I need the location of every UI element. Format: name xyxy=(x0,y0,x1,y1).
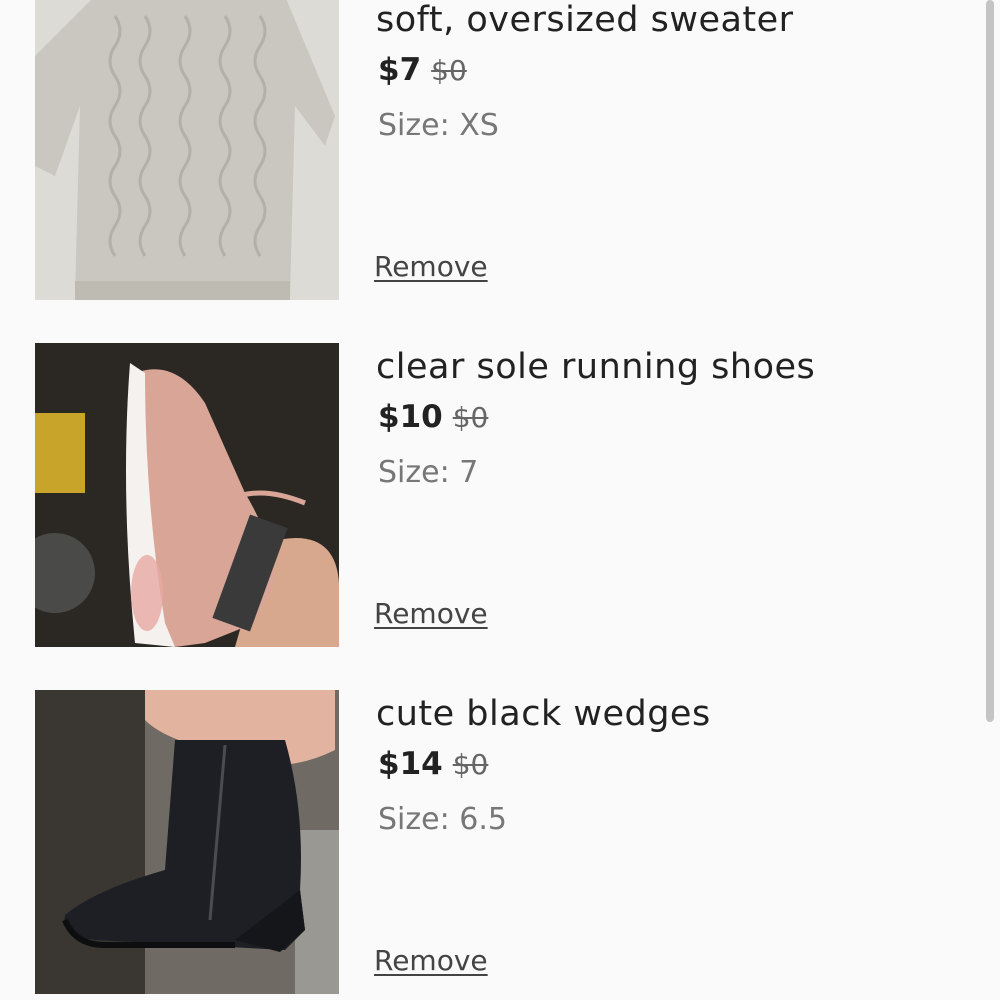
remove-button[interactable]: Remove xyxy=(374,944,488,977)
cart-item-list: soft, oversized sweater $7 $0 Size: XS Re… xyxy=(0,0,1000,1000)
remove-button[interactable]: Remove xyxy=(374,250,488,283)
item-original-price: $0 xyxy=(431,54,467,87)
item-size: Size: 7 xyxy=(378,455,479,490)
item-original-price: $0 xyxy=(452,401,489,434)
item-price: $10 xyxy=(378,399,443,435)
item-price: $7 xyxy=(378,52,422,88)
item-details: cute black wedges $14 $0 Size: 6.5 Remove xyxy=(374,690,955,994)
item-title[interactable]: soft, oversized sweater xyxy=(376,0,794,40)
item-price: $14 xyxy=(378,746,443,782)
remove-button[interactable]: Remove xyxy=(374,597,488,630)
product-image-running-shoes[interactable] xyxy=(35,343,339,647)
item-size: Size: XS xyxy=(378,108,499,143)
item-details: soft, oversized sweater $7 $0 Size: XS Re… xyxy=(374,0,955,300)
product-image-sweater[interactable] xyxy=(35,0,339,300)
price-row: $10 $0 xyxy=(378,399,488,435)
price-row: $14 $0 xyxy=(378,746,488,782)
item-size: Size: 6.5 xyxy=(378,802,507,837)
scrollbar[interactable] xyxy=(986,0,994,722)
item-original-price: $0 xyxy=(452,748,489,781)
product-image-black-wedges[interactable] xyxy=(35,690,339,994)
price-row: $7 $0 xyxy=(378,52,467,88)
list-item: clear sole running shoes $10 $0 Size: 7 R… xyxy=(35,343,955,647)
list-item: soft, oversized sweater $7 $0 Size: XS Re… xyxy=(35,0,955,300)
item-title[interactable]: clear sole running shoes xyxy=(376,347,815,387)
list-item: cute black wedges $14 $0 Size: 6.5 Remove xyxy=(35,690,955,994)
item-details: clear sole running shoes $10 $0 Size: 7 R… xyxy=(374,343,955,647)
item-title[interactable]: cute black wedges xyxy=(376,694,711,734)
